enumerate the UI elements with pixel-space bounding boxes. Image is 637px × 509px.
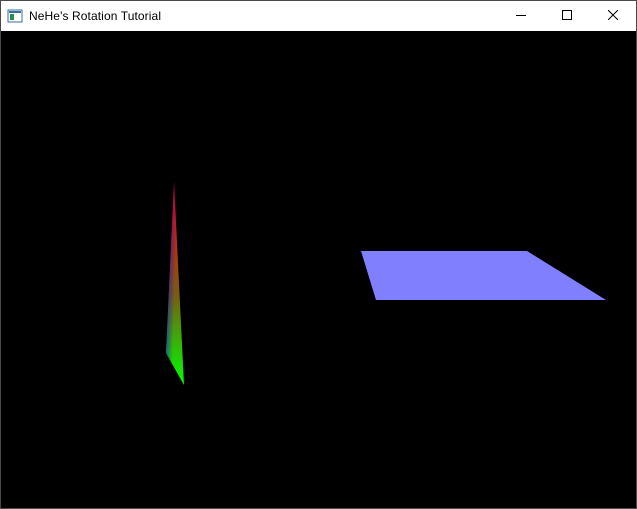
app-window: NeHe's Rotation Tutorial bbox=[0, 0, 637, 509]
window-title: NeHe's Rotation Tutorial bbox=[29, 9, 162, 23]
close-icon bbox=[607, 7, 619, 25]
title-bar[interactable]: NeHe's Rotation Tutorial bbox=[1, 1, 636, 31]
rotating-quad bbox=[361, 251, 606, 300]
opengl-viewport[interactable] bbox=[1, 31, 636, 508]
maximize-button[interactable] bbox=[544, 1, 590, 31]
minimize-icon bbox=[516, 7, 526, 25]
rotating-triangle bbox=[166, 181, 184, 385]
scene-canvas bbox=[166, 181, 606, 385]
maximize-icon bbox=[562, 7, 572, 25]
minimize-button[interactable] bbox=[498, 1, 544, 31]
window-app-icon[interactable] bbox=[7, 8, 23, 24]
caption-buttons bbox=[498, 1, 636, 31]
close-button[interactable] bbox=[590, 1, 636, 31]
